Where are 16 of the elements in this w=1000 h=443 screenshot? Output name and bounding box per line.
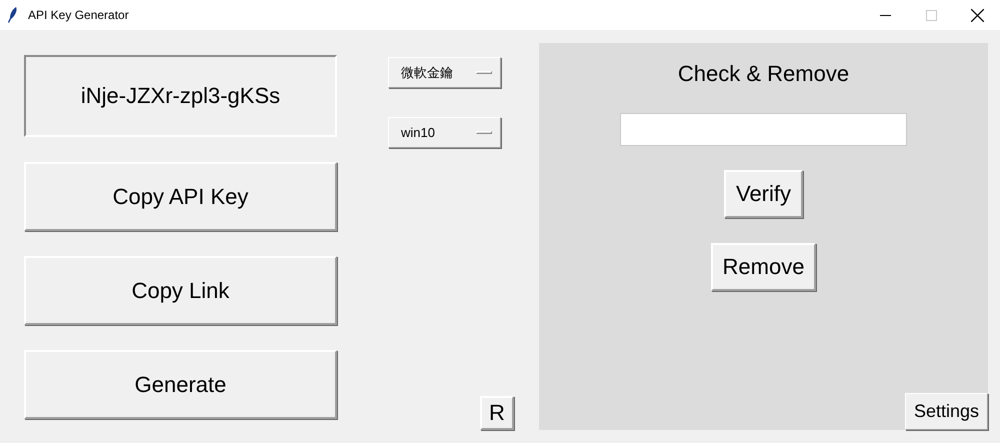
option-menu[interactable]: win10 xyxy=(388,117,501,148)
verify-button[interactable]: Verify xyxy=(724,170,804,218)
maximize-icon xyxy=(926,10,936,20)
remove-button[interactable]: Remove xyxy=(710,243,816,291)
copy-link-button[interactable]: Copy Link xyxy=(24,256,337,325)
settings-button[interactable]: Settings xyxy=(905,393,988,430)
copy-key-button[interactable]: Copy API Key xyxy=(24,162,337,231)
close-icon xyxy=(970,8,984,22)
generate-button[interactable]: Generate xyxy=(24,350,337,419)
feather-icon xyxy=(8,7,18,23)
panel-title: Check & Remove xyxy=(678,60,850,88)
option-menu[interactable]: 微軟金鑰 xyxy=(388,57,501,88)
window-title: API Key Generator xyxy=(28,8,129,22)
api-key-display: iNje-JZXr-zpl3-gKSs xyxy=(24,55,337,137)
reset-button[interactable]: R xyxy=(480,396,514,430)
input-field[interactable] xyxy=(620,113,907,146)
